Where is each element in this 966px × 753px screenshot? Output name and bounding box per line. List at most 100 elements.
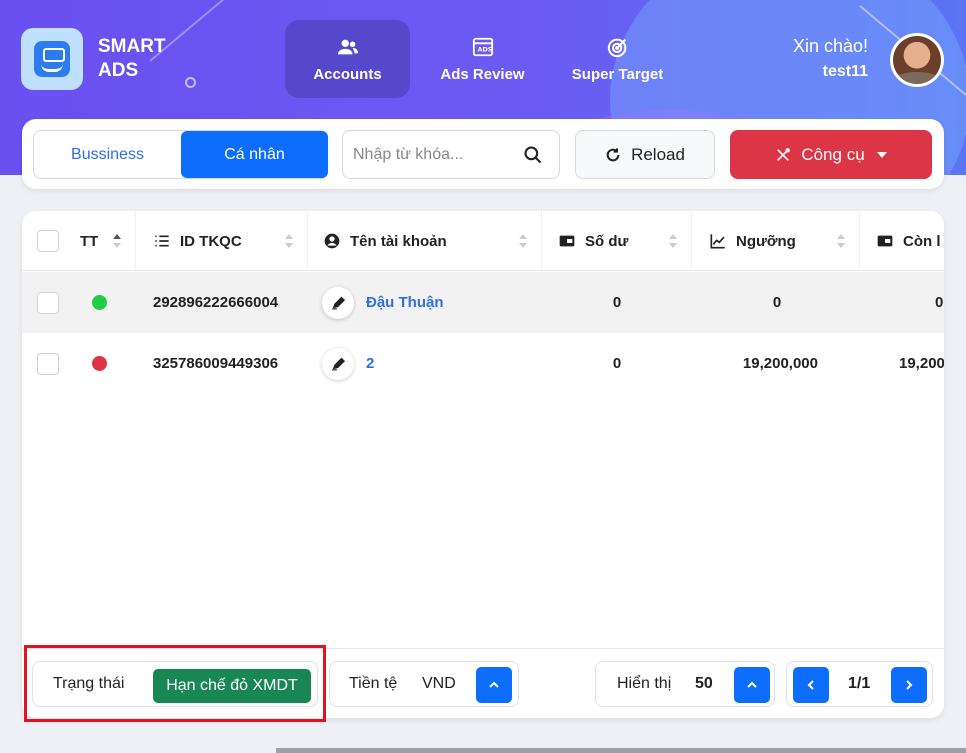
chart-line-icon <box>710 234 725 249</box>
brand-line1: SMART <box>98 36 166 57</box>
tab-business[interactable]: Bussiness <box>34 131 181 178</box>
header-select-all <box>22 211 72 271</box>
nav-ads-review-label: Ads Review <box>440 65 525 83</box>
account-id: 325786009449306 <box>153 355 279 372</box>
sort-icon <box>669 234 677 248</box>
remaining-value: 19,200 <box>899 355 944 372</box>
greeting-text: Xin chào! <box>792 36 868 56</box>
threshold-value: 19,200,000 <box>742 355 818 372</box>
row-checkbox[interactable] <box>37 291 59 314</box>
currency-toggle-button[interactable] <box>476 667 512 703</box>
refresh-icon <box>606 147 620 161</box>
page-indicator: 1/1 <box>848 675 871 692</box>
nav-accounts-label: Accounts <box>313 65 382 83</box>
status-dot <box>92 356 107 371</box>
tools-label: Công cụ <box>801 144 865 164</box>
users-icon <box>337 39 358 54</box>
decor-ring <box>185 77 196 88</box>
wallet-icon <box>559 235 575 247</box>
chevron-up-icon <box>747 681 757 688</box>
balance-value: 0 <box>612 355 622 372</box>
accounts-table-card: TT ID TKQC Tên tài khoản Số dư Ngưỡng Cò… <box>22 211 944 718</box>
threshold-value: 0 <box>772 294 782 311</box>
name-cell: Đậu Thuận <box>322 272 444 333</box>
pencil-icon <box>332 296 345 309</box>
page-size-toggle-button[interactable] <box>734 667 770 703</box>
edit-button[interactable] <box>322 286 354 319</box>
status-cell <box>92 333 107 394</box>
list-icon <box>155 235 169 247</box>
tools-icon <box>777 147 791 161</box>
reload-button[interactable]: Reload <box>575 130 715 179</box>
pencil-icon <box>332 357 345 370</box>
account-type-toggle: Bussiness Cá nhân <box>33 130 328 179</box>
nav-super-target-label: Super Target <box>571 65 664 83</box>
search-box <box>342 130 560 179</box>
currency-label: Tiền tệ <box>349 675 398 692</box>
col-tt-label: TT <box>80 232 99 250</box>
horizontal-scrollbar[interactable] <box>276 748 966 753</box>
username: test11 <box>822 63 868 80</box>
account-name-link[interactable]: 2 <box>366 355 374 372</box>
tab-personal[interactable]: Cá nhân <box>181 131 328 178</box>
col-name-label: Tên tài khoản <box>350 232 447 250</box>
brand-name: SMART ADS <box>98 35 166 83</box>
chevron-down-icon <box>876 151 887 158</box>
row-checkbox[interactable] <box>37 352 59 375</box>
col-id[interactable]: ID TKQC <box>136 211 308 271</box>
account-id: 292896222666004 <box>153 294 279 311</box>
nav-ads-review[interactable]: ADS Ads Review <box>425 20 540 98</box>
currency-filter: Tiền tệ VND <box>329 661 519 707</box>
col-threshold[interactable]: Ngưỡng <box>692 211 860 271</box>
col-remaining[interactable]: Còn l <box>860 211 944 271</box>
row-checkbox-cell <box>37 272 59 333</box>
search-input[interactable] <box>353 131 518 178</box>
chevron-right-icon <box>906 680 913 690</box>
status-dot <box>92 295 107 310</box>
col-balance[interactable]: Số dư <box>542 211 692 271</box>
user-circle-icon <box>324 233 340 249</box>
prev-page-button[interactable] <box>793 667 829 703</box>
col-balance-label: Số dư <box>585 232 629 250</box>
user-greeting: Xin chào! test11 <box>793 36 868 81</box>
table-row[interactable]: 325786009449306 2 0 19,200,000 19,200 <box>22 333 944 394</box>
decor-line <box>149 0 304 62</box>
toolbar: Bussiness Cá nhân Reload Công cụ <box>22 119 944 189</box>
col-remaining-label: Còn l <box>903 232 941 250</box>
nav-super-target[interactable]: Super Target <box>555 20 680 98</box>
table-row[interactable]: 292896222666004 Đậu Thuận 0 0 0 <box>22 272 944 333</box>
sort-icon <box>285 234 293 248</box>
chevron-left-icon <box>807 680 814 690</box>
nav-accounts[interactable]: Accounts <box>285 20 410 98</box>
ads-window-icon: ADS <box>472 37 493 56</box>
avatar-image <box>893 36 941 84</box>
svg-text:ADS: ADS <box>477 45 492 53</box>
sort-icon <box>519 234 527 248</box>
ads-hand-icon <box>34 41 70 77</box>
edit-button[interactable] <box>322 347 354 380</box>
table-header: TT ID TKQC Tên tài khoản Số dư Ngưỡng Cò… <box>22 211 944 271</box>
select-all-checkbox[interactable] <box>37 230 59 252</box>
name-cell: 2 <box>322 333 374 394</box>
col-tt[interactable]: TT <box>72 211 136 271</box>
col-threshold-label: Ngưỡng <box>736 232 796 250</box>
reload-label: Reload <box>631 144 685 164</box>
next-page-button[interactable] <box>891 667 927 703</box>
remaining-value: 0 <box>935 294 944 311</box>
pagination: 1/1 <box>786 661 933 707</box>
brand-line2: ADS <box>98 60 139 81</box>
col-name[interactable]: Tên tài khoản <box>308 211 542 271</box>
wallet-icon <box>877 235 893 247</box>
app-logo[interactable] <box>21 28 83 90</box>
currency-value: VND <box>422 675 456 692</box>
col-id-label: ID TKQC <box>180 232 242 250</box>
search-icon[interactable] <box>523 145 543 165</box>
target-icon <box>607 38 626 57</box>
row-checkbox-cell <box>37 333 59 394</box>
chevron-up-icon <box>489 681 499 688</box>
tools-dropdown[interactable]: Công cụ <box>730 130 932 179</box>
account-name-link[interactable]: Đậu Thuận <box>366 294 444 311</box>
sort-icon <box>837 234 845 248</box>
page-size-value: 50 <box>695 675 713 692</box>
avatar[interactable] <box>890 33 944 87</box>
